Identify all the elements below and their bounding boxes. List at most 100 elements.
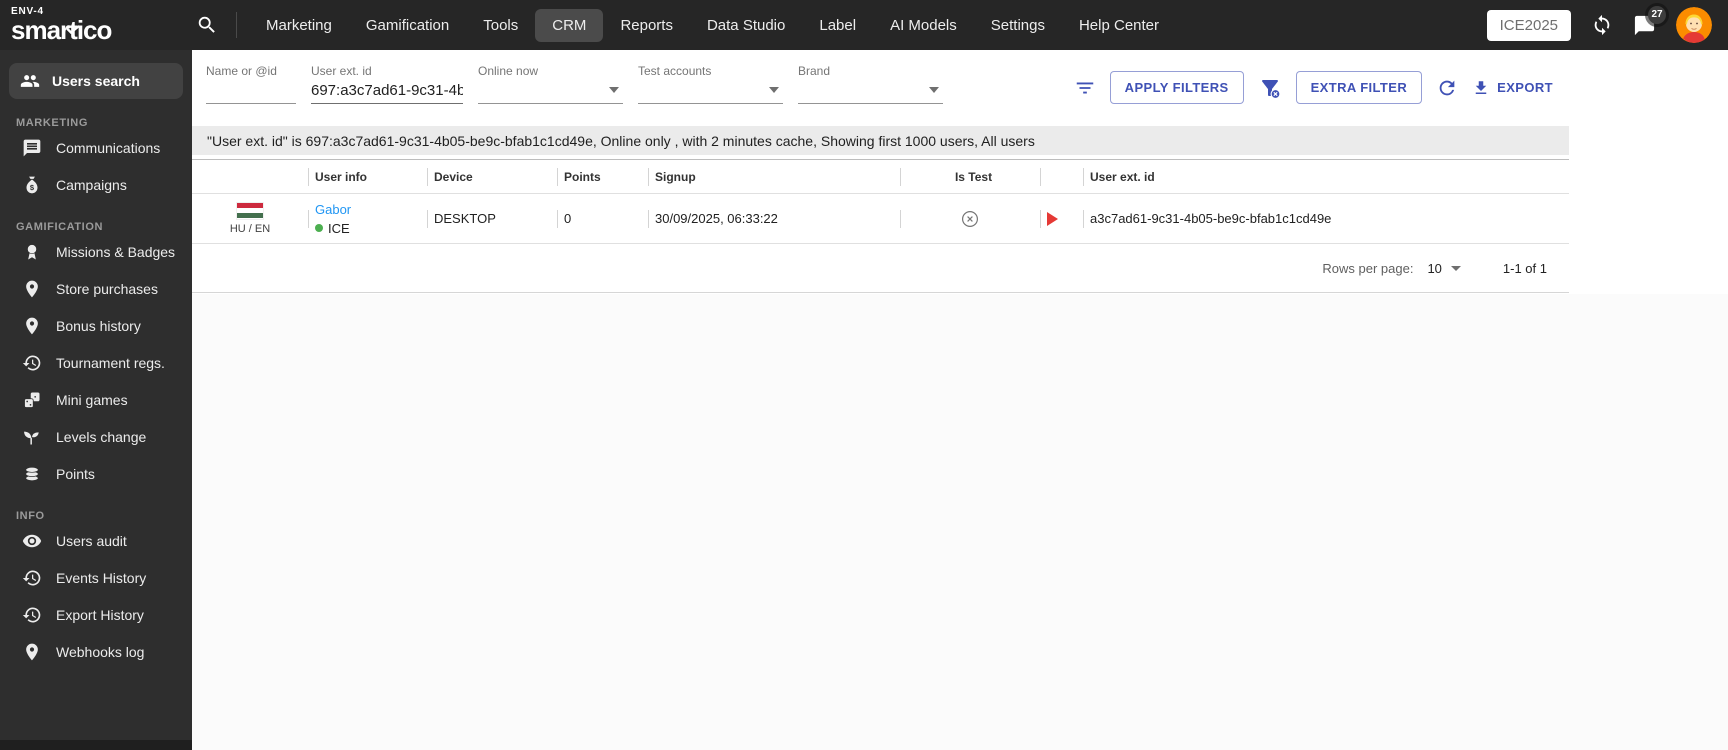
sync-icon[interactable] [1591,14,1613,36]
pin-icon [26,317,38,334]
user-brand-tag: ICE [328,220,350,236]
column-signup: Signup [648,170,900,184]
nav-marketing[interactable]: Marketing [249,9,349,42]
apply-filters-button[interactable]: APPLY FILTERS [1109,71,1244,104]
expand-row-icon[interactable] [1047,211,1058,226]
brand-selector[interactable]: ICE2025 [1486,9,1571,41]
avatar[interactable] [1676,7,1712,43]
topbar-divider [236,12,237,38]
sidebar-item-label: Mini games [56,391,128,408]
column-user-info: User info [308,170,427,184]
hungary-flag-icon [237,202,263,219]
history-icon [22,355,41,370]
device-cell: DESKTOP [427,194,557,243]
column-device: Device [427,170,557,184]
communications-icon [23,139,41,156]
sidebar-section-marketing: MARKETING [16,117,89,129]
sidebar-bottom-strip [0,740,192,750]
sidebar-item-label: Store purchases [56,280,158,297]
field-label: Brand [798,64,831,78]
topbar-right-cluster: ICE2025 27 [1486,5,1728,43]
field-label: Online now [478,64,539,78]
field-label: Name or @id [206,64,277,78]
badge-icon [27,243,37,259]
field-value [638,78,783,104]
logo-check-icon [65,12,81,38]
rows-per-page-label: Rows per page: [1322,260,1414,276]
nav-help-center[interactable]: Help Center [1062,9,1176,42]
sidebar-item-points[interactable]: Points [0,455,192,492]
main-area: Name or @id User ext. id 697:a3c7ad61-9c… [192,50,1728,750]
sidebar-item-webhooks-log[interactable]: Webhooks log [0,633,192,670]
not-test-icon [961,210,979,227]
brand-select[interactable]: Brand [798,64,943,104]
test-accounts-select[interactable]: Test accounts [638,64,783,104]
filter-list-icon[interactable] [1074,77,1096,99]
sidebar-item-label: Communications [56,139,161,156]
money-bag-icon: $ [26,176,38,193]
sidebar-item-label: Users audit [56,532,127,549]
rows-per-page-select[interactable]: 10 [1427,261,1461,276]
export-button[interactable]: EXPORT [1472,79,1553,97]
sidebar-item-campaigns[interactable]: $ Campaigns [0,166,192,203]
signup-cell: 30/09/2025, 06:33:22 [648,194,900,243]
field-value [798,78,943,104]
nav-reports[interactable]: Reports [603,9,690,42]
sidebar-item-store-purchases[interactable]: Store purchases [0,270,192,307]
nav-data-studio[interactable]: Data Studio [690,9,802,42]
app-logo: smartico [11,17,112,43]
pagination-range: 1-1 of 1 [1502,260,1547,276]
user-ext-id-field[interactable]: User ext. id 697:a3c7ad61-9c31-4b [311,64,463,104]
pagination-bar: Rows per page: 10 1-1 of 1 [192,244,1569,293]
sidebar-item-bonus-history[interactable]: Bonus history [0,307,192,344]
column-is-test: Is Test [900,170,1040,184]
user-name-link[interactable]: Gabor [315,202,351,217]
sidebar-item-communications[interactable]: Communications [0,129,192,166]
sidebar-item-users-audit[interactable]: Users audit [0,522,192,559]
nav-crm[interactable]: CRM [535,8,604,42]
user-info-cell: Gabor ICE [308,194,427,243]
people-icon [20,75,40,87]
sidebar-item-tournament-regs[interactable]: Tournament regs. [0,344,192,381]
nav-label[interactable]: Label [802,9,873,42]
search-icon[interactable] [192,10,222,40]
history-icon [22,607,41,622]
is-test-cell [900,194,1040,243]
nav-gamification[interactable]: Gamification [349,9,466,42]
nav-tools[interactable]: Tools [466,9,535,42]
sidebar-item-export-history[interactable]: Export History [0,596,192,633]
sidebar-item-label: Points [56,465,95,482]
eye-icon [22,534,42,547]
sidebar-item-label: Tournament regs. [56,354,165,371]
empty-background [192,294,1728,750]
nav-ai-models[interactable]: AI Models [873,9,974,42]
chevron-down-icon [609,87,619,93]
chevron-down-icon [1450,265,1461,271]
points-cell: 0 [557,194,648,243]
field-label: Test accounts [638,64,712,78]
sidebar-item-levels-change[interactable]: Levels change [0,418,192,455]
sidebar-item-mini-games[interactable]: Mini games [0,381,192,418]
sidebar-item-events-history[interactable]: Events History [0,559,192,596]
sidebar-item-missions-badges[interactable]: Missions & Badges [0,233,192,270]
name-or-id-field[interactable]: Name or @id [206,64,296,104]
sidebar-item-label: Webhooks log [56,643,145,660]
online-now-select[interactable]: Online now [478,64,623,104]
active-filters-summary: "User ext. id" is 697:a3c7ad61-9c31-4b05… [192,126,1569,155]
nav-settings[interactable]: Settings [974,9,1062,42]
field-value: 697:a3c7ad61-9c31-4b [311,78,463,104]
export-label: EXPORT [1497,80,1553,95]
download-icon [1475,80,1487,94]
clear-filter-icon[interactable] [1258,76,1282,100]
column-points: Points [557,170,648,184]
field-value [478,78,623,104]
sidebar-section-info: INFO [16,510,45,522]
expand-cell [1040,194,1083,243]
user-ext-id-cell: a3c7ad61-9c31-4b05-be9c-bfab1c1cd49e [1083,194,1569,243]
extra-filter-button[interactable]: EXTRA FILTER [1295,71,1423,104]
sidebar-item-users-search[interactable]: Users search [9,63,183,99]
column-user-ext-id: User ext. id [1083,170,1569,184]
notification-badge: 27 [1648,5,1666,24]
online-status-dot [315,224,323,232]
refresh-icon[interactable] [1436,77,1458,99]
